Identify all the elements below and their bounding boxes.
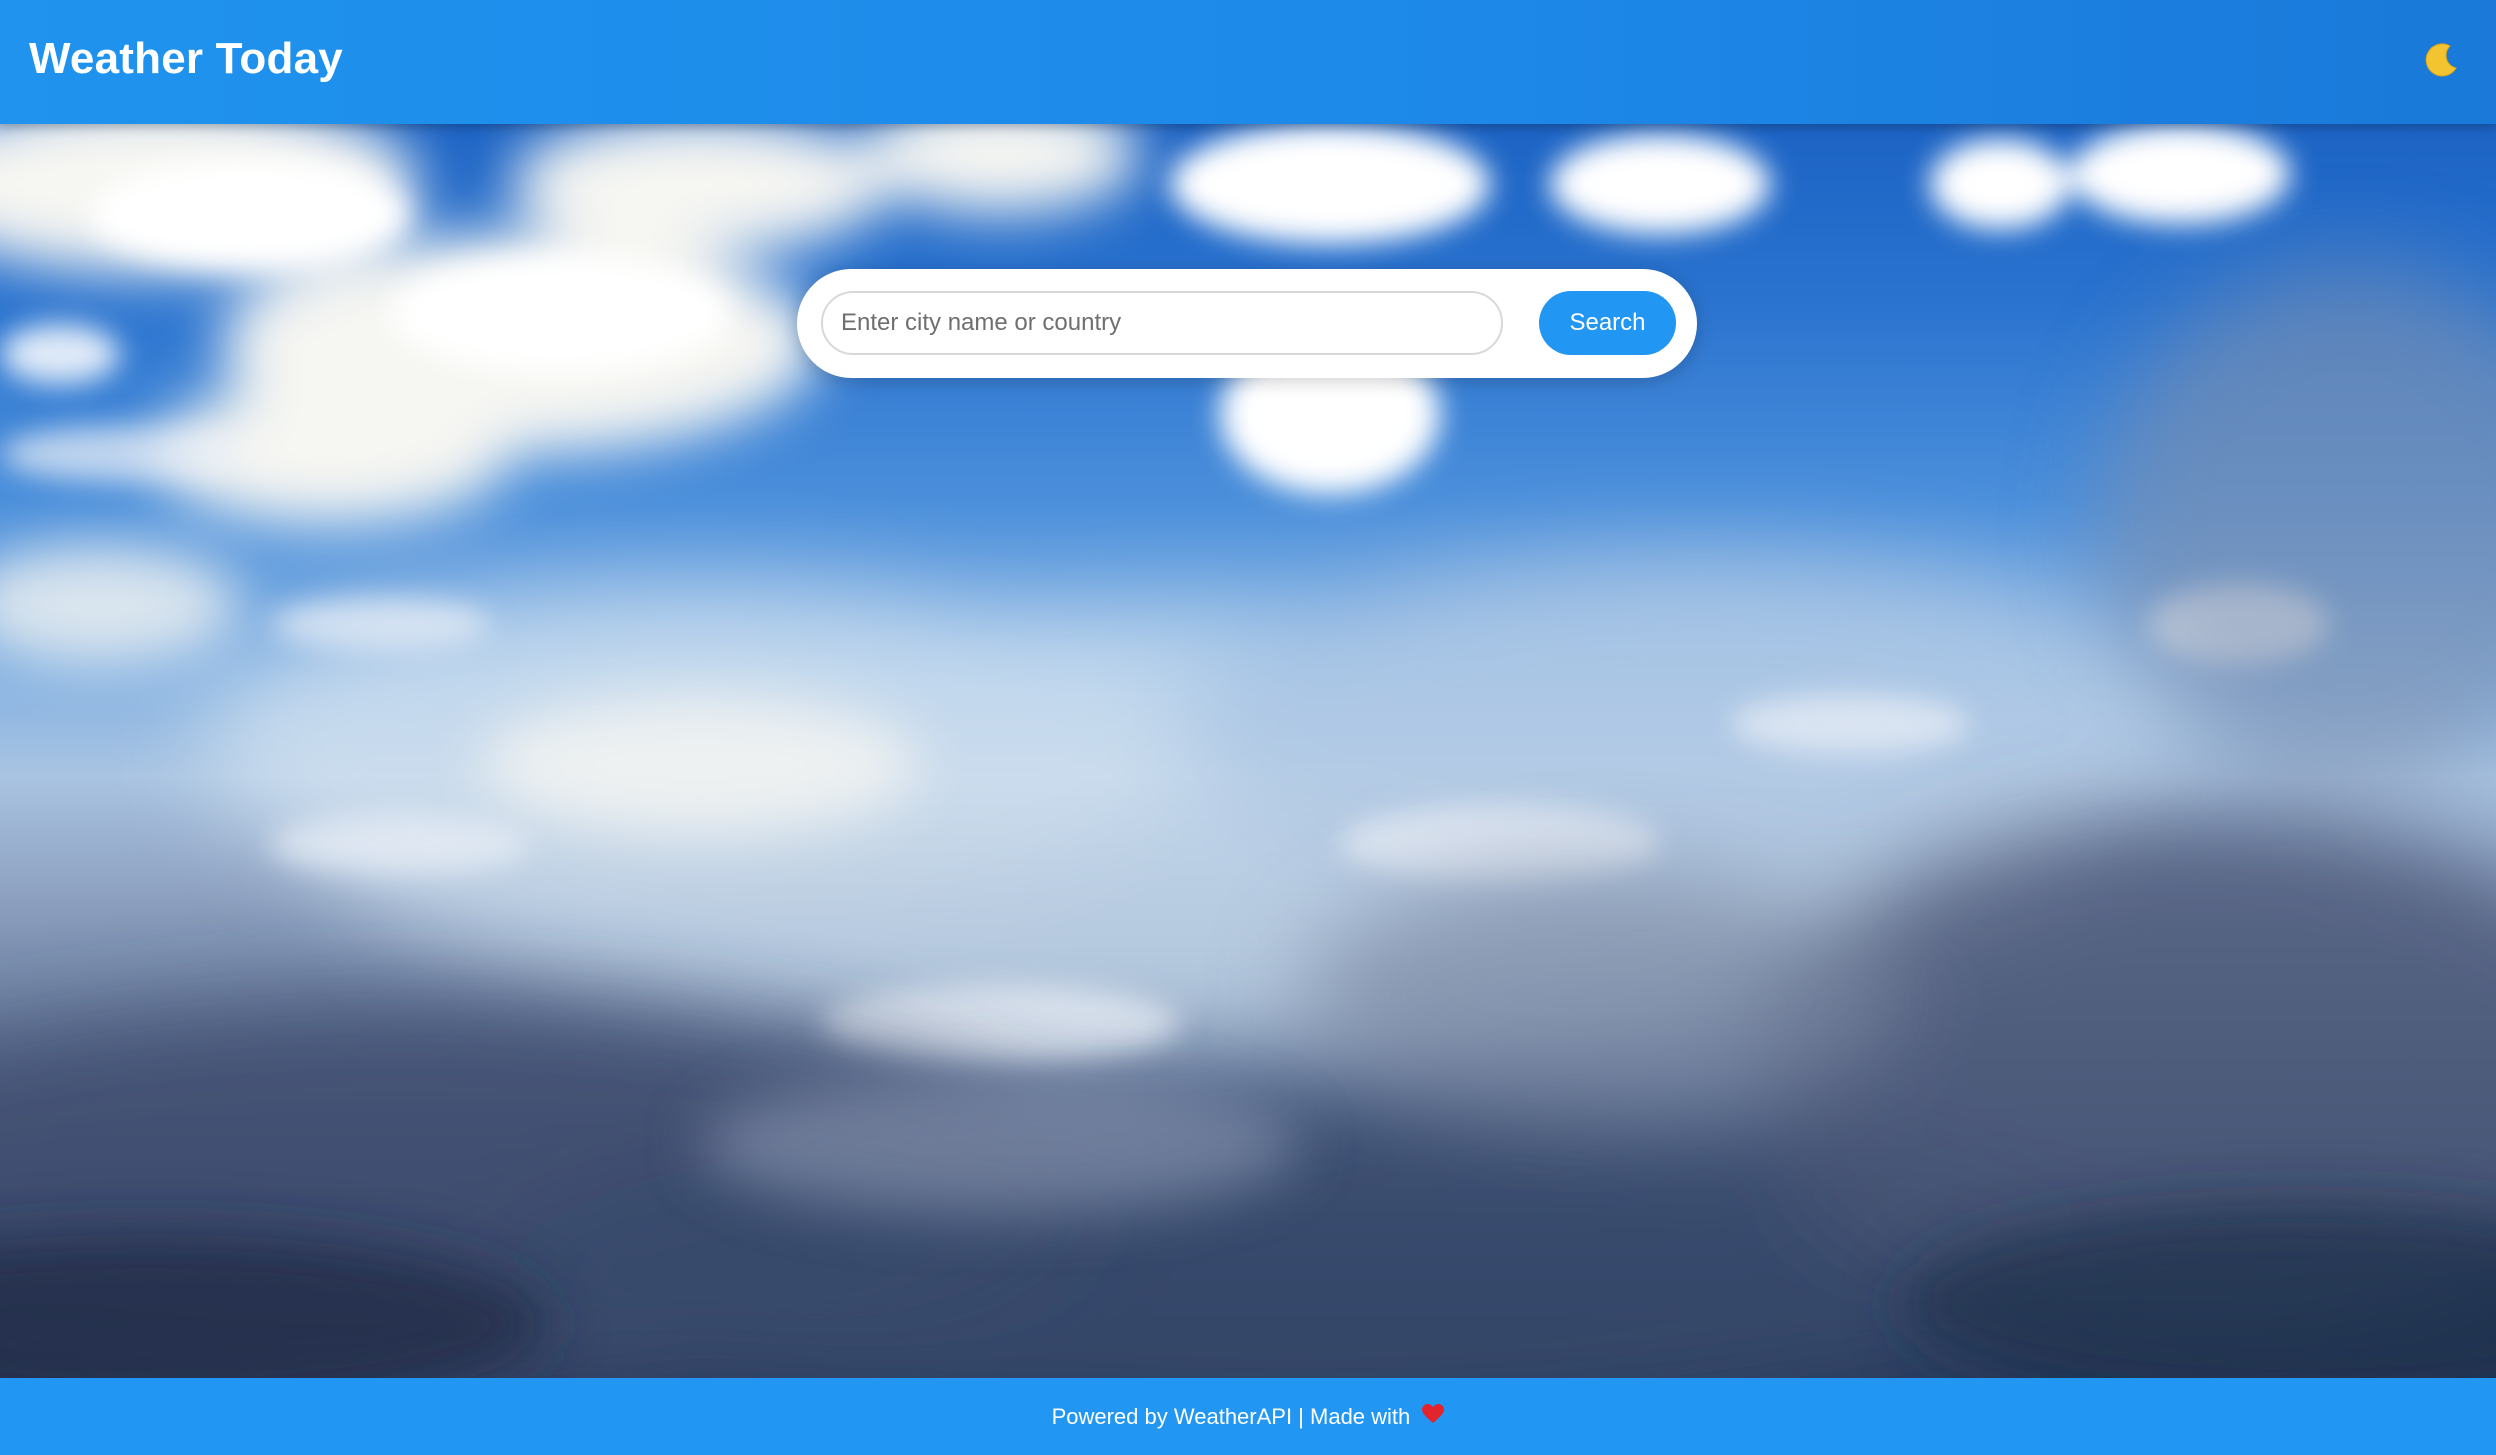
- theme-toggle-button[interactable]: [2422, 38, 2466, 82]
- app-title: Weather Today: [29, 34, 343, 83]
- heart-icon: [1422, 1378, 1445, 1455]
- footer-text: Powered by WeatherAPI | Made with: [1051, 1404, 1411, 1429]
- app-header: Weather Today: [0, 0, 2496, 124]
- search-input[interactable]: [821, 291, 1503, 355]
- search-bar: Search: [797, 269, 1697, 378]
- footer: Powered by WeatherAPI | Made with: [0, 1378, 2496, 1455]
- moon-icon: [2422, 40, 2466, 80]
- search-button[interactable]: Search: [1539, 291, 1676, 355]
